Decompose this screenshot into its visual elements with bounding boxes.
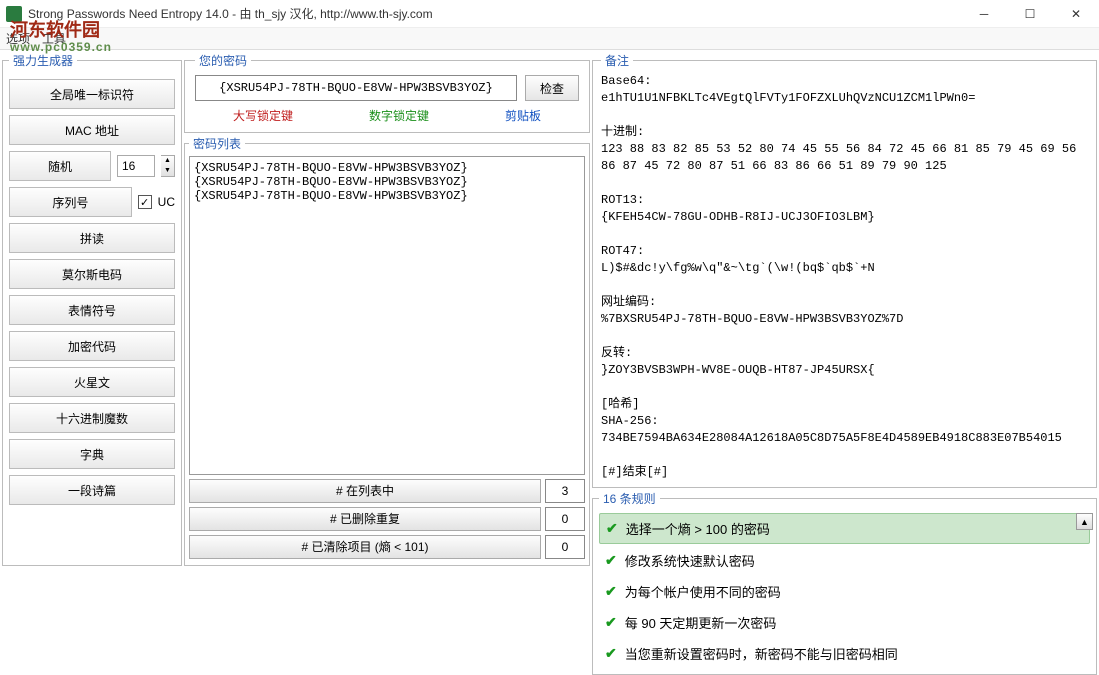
rule-text: 每 90 天定期更新一次密码 bbox=[625, 613, 777, 632]
rule-text: 选择一个熵 > 100 的密码 bbox=[626, 519, 770, 538]
title-bar: Strong Passwords Need Entropy 14.0 - 由 t… bbox=[0, 0, 1099, 28]
password-list[interactable]: {XSRU54PJ-78TH-BQUO-E8VW-HPW3BSVB3YOZ} {… bbox=[189, 156, 585, 475]
stat-cleared-count: 0 bbox=[545, 535, 585, 559]
rule-item-4[interactable]: ✔ 每 90 天定期更新一次密码 bbox=[599, 608, 1090, 637]
close-button[interactable]: ✕ bbox=[1053, 0, 1099, 28]
stat-dupes-button[interactable]: # 已删除重复 bbox=[189, 507, 541, 531]
app-icon bbox=[6, 6, 22, 22]
generator-legend: 强力生成器 bbox=[9, 52, 77, 69]
check-icon: ✔ bbox=[605, 583, 617, 600]
rule-item-3[interactable]: ✔ 为每个帐户使用不同的密码 bbox=[599, 577, 1090, 606]
rules-legend: 16 条规则 bbox=[599, 490, 660, 507]
maximize-button[interactable]: ☐ bbox=[1007, 0, 1053, 28]
minimize-button[interactable]: ─ bbox=[961, 0, 1007, 28]
rules-scroll-up[interactable]: ▲ bbox=[1076, 513, 1093, 530]
generator-panel: 强力生成器 全局唯一标识符 MAC 地址 随机 16 ▲▼ 序列号 ✓ UC 拼… bbox=[2, 52, 182, 566]
stat-dupes-count: 0 bbox=[545, 507, 585, 531]
check-icon: ✔ bbox=[605, 614, 617, 631]
random-length-value[interactable]: 16 bbox=[117, 155, 155, 177]
guid-button[interactable]: 全局唯一标识符 bbox=[9, 79, 175, 109]
rule-item-5[interactable]: ✔ 当您重新设置密码时，新密码不能与旧密码相同 bbox=[599, 639, 1090, 668]
notes-text[interactable]: Base64: e1hTU1U1NFBKLTc4VEgtQlFVTy1FOFZX… bbox=[601, 73, 1088, 481]
rule-item-2[interactable]: ✔ 修改系统快速默认密码 bbox=[599, 546, 1090, 575]
password-input[interactable] bbox=[195, 75, 517, 101]
check-button[interactable]: 检查 bbox=[525, 75, 579, 101]
menu-bar: 选项 工具 bbox=[0, 28, 1099, 50]
uc-label: UC bbox=[158, 195, 175, 209]
poem-button[interactable]: 一段诗篇 bbox=[9, 475, 175, 505]
notes-legend: 备注 bbox=[601, 52, 633, 69]
check-icon: ✔ bbox=[606, 520, 618, 537]
mars-button[interactable]: 火星文 bbox=[9, 367, 175, 397]
rules-panel: 16 条规则 ▲ ✔ 选择一个熵 > 100 的密码 ✔ 修改系统快速默认密码 … bbox=[592, 490, 1097, 675]
dict-button[interactable]: 字典 bbox=[9, 439, 175, 469]
rule-item-1[interactable]: ✔ 选择一个熵 > 100 的密码 bbox=[599, 513, 1090, 544]
rule-text: 修改系统快速默认密码 bbox=[625, 551, 755, 570]
check-icon: ✔ bbox=[605, 645, 617, 662]
rule-text: 为每个帐户使用不同的密码 bbox=[625, 582, 781, 601]
password-panel: 您的密码 检查 大写锁定键 数字锁定键 剪贴板 bbox=[184, 52, 590, 133]
random-length-stepper[interactable]: ▲▼ bbox=[161, 155, 175, 177]
numlock-indicator: 数字锁定键 bbox=[369, 107, 429, 124]
window-title: Strong Passwords Need Entropy 14.0 - 由 t… bbox=[28, 5, 433, 22]
random-button[interactable]: 随机 bbox=[9, 151, 111, 181]
stat-inlist-count: 3 bbox=[545, 479, 585, 503]
emoji-button[interactable]: 表情符号 bbox=[9, 295, 175, 325]
stat-cleared-button[interactable]: # 已清除项目 (熵 < 101) bbox=[189, 535, 541, 559]
password-legend: 您的密码 bbox=[195, 52, 251, 69]
menu-options[interactable]: 选项 bbox=[6, 30, 30, 47]
crypto-button[interactable]: 加密代码 bbox=[9, 331, 175, 361]
password-list-panel: 密码列表 {XSRU54PJ-78TH-BQUO-E8VW-HPW3BSVB3Y… bbox=[184, 135, 590, 566]
clipboard-indicator: 剪贴板 bbox=[505, 107, 541, 124]
uc-checkbox[interactable]: ✓ bbox=[138, 195, 152, 209]
rule-text: 当您重新设置密码时，新密码不能与旧密码相同 bbox=[625, 644, 898, 663]
menu-tools[interactable]: 工具 bbox=[42, 30, 66, 47]
check-icon: ✔ bbox=[605, 552, 617, 569]
mac-button[interactable]: MAC 地址 bbox=[9, 115, 175, 145]
stat-inlist-button[interactable]: # 在列表中 bbox=[189, 479, 541, 503]
morse-button[interactable]: 莫尔斯电码 bbox=[9, 259, 175, 289]
serial-button[interactable]: 序列号 bbox=[9, 187, 132, 217]
pinyin-button[interactable]: 拼读 bbox=[9, 223, 175, 253]
notes-panel: 备注 Base64: e1hTU1U1NFBKLTc4VEgtQlFVTy1FO… bbox=[592, 52, 1097, 488]
hexmagic-button[interactable]: 十六进制魔数 bbox=[9, 403, 175, 433]
password-list-legend: 密码列表 bbox=[189, 135, 245, 152]
capslock-indicator: 大写锁定键 bbox=[233, 107, 293, 124]
